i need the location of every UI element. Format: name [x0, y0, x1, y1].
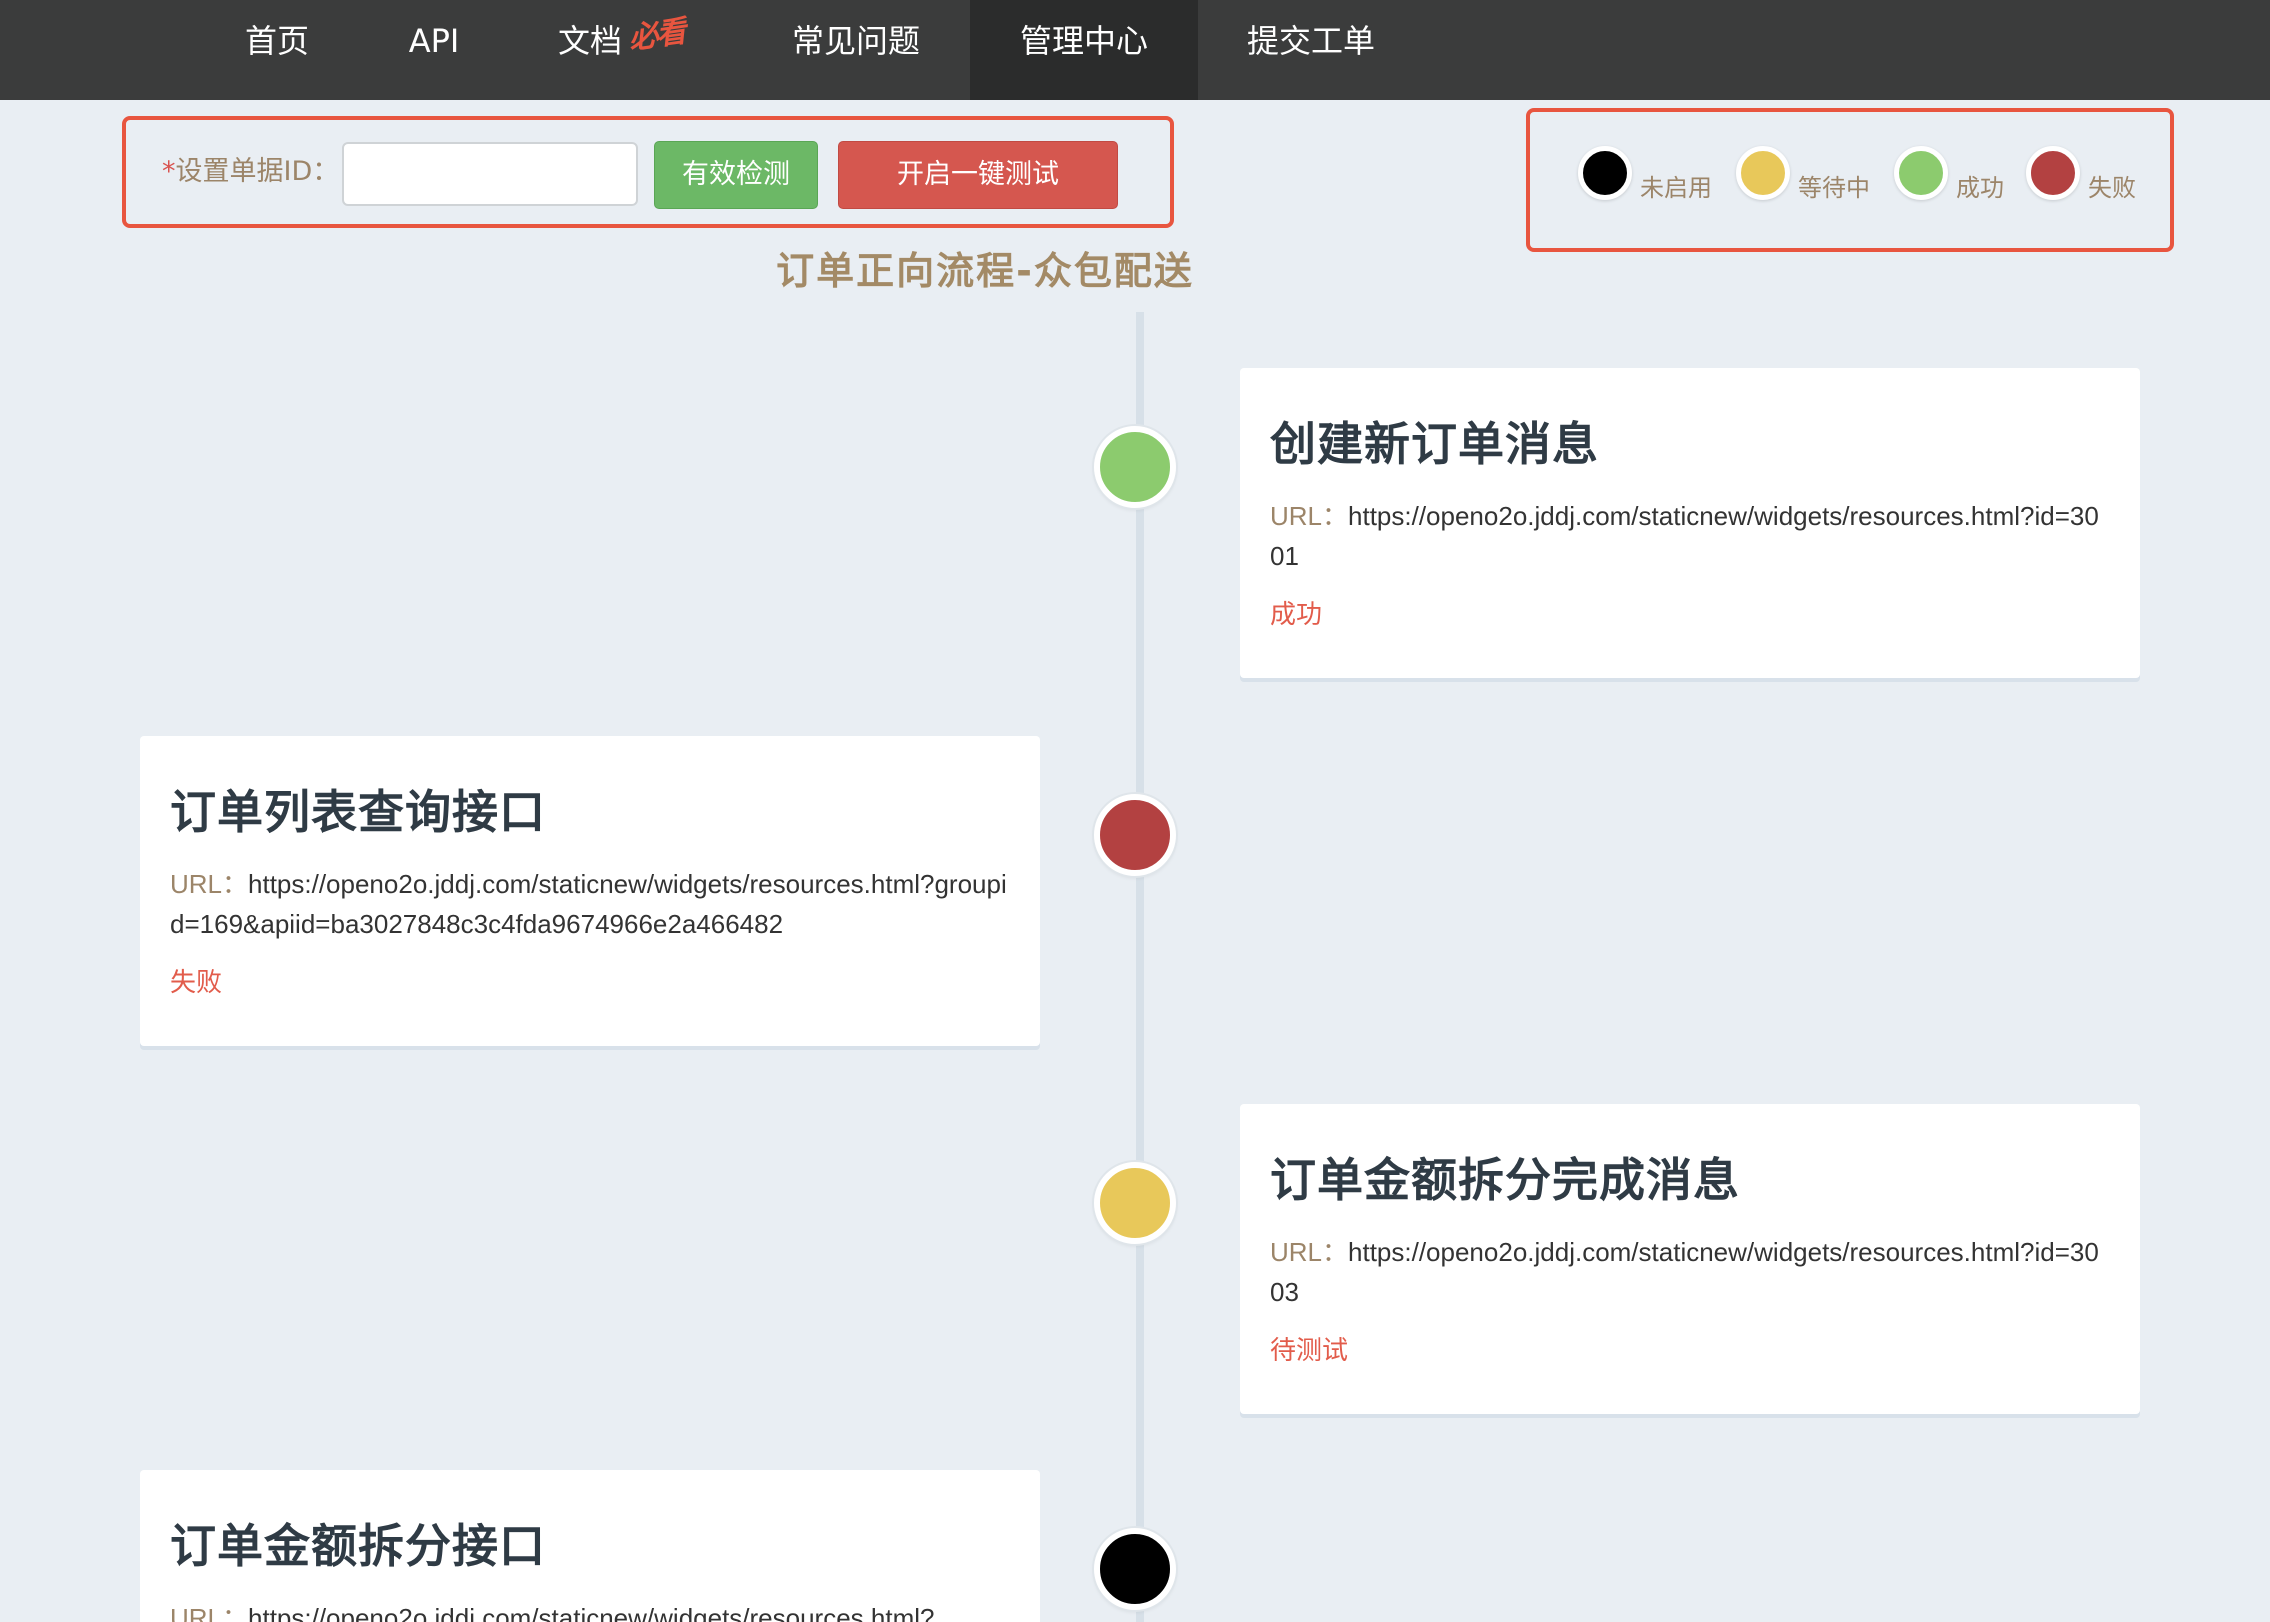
legend-label: 未启用 [1640, 174, 1712, 202]
legend-label: 等待中 [1798, 174, 1870, 202]
step-card: 订单列表查询接口 URL：https://openo2o.jddj.com/st… [140, 736, 1040, 1046]
step-url-link[interactable]: https://openo2o.jddj.com/staticnew/widge… [248, 1603, 934, 1622]
validity-check-button[interactable]: 有效检测 [654, 141, 818, 209]
nav-item-submit-ticket[interactable]: 提交工单 [1230, 0, 1392, 100]
step-title: 创建新订单消息 [1270, 417, 1599, 471]
step-url: URL：https://openo2o.jddj.com/staticnew/w… [170, 1598, 1010, 1622]
order-id-control-panel: *设置单据ID： 有效检测 开启一键测试 [122, 116, 1174, 228]
step-url-link[interactable]: https://openo2o.jddj.com/staticnew/widge… [1270, 1237, 2099, 1307]
order-id-input[interactable] [342, 142, 638, 206]
step-title: 订单金额拆分接口 [170, 1519, 546, 1573]
step-url: URL：https://openo2o.jddj.com/staticnew/w… [1270, 496, 2110, 576]
nav-item-docs[interactable]: 文档 [542, 0, 638, 100]
order-id-label-text: 设置单据ID： [175, 156, 340, 187]
required-mark: * [162, 156, 176, 187]
legend-label: 成功 [1956, 174, 2004, 202]
step-status: 成功 [1270, 600, 1323, 630]
flow-title-text: 订单正向流程-众包配送 [776, 249, 1194, 293]
success-status-dot-icon [1894, 146, 1948, 200]
status-legend: 未启用 等待中 成功 失败 [1526, 108, 2174, 252]
nav-item-api[interactable]: API [384, 0, 484, 100]
waiting-status-dot-icon [1736, 146, 1790, 200]
step-title: 订单金额拆分完成消息 [1270, 1153, 1740, 1207]
timeline-line [1136, 312, 1144, 1622]
nav-item-home[interactable]: 首页 [226, 0, 328, 100]
nav-item-faq[interactable]: 常见问题 [776, 0, 936, 100]
url-label: URL： [1270, 501, 1349, 531]
step-status: 失败 [170, 968, 223, 998]
failed-status-dot-icon [2026, 146, 2080, 200]
url-label: URL： [170, 869, 249, 899]
url-label: URL： [170, 1603, 249, 1622]
nav-item-admin-center[interactable]: 管理中心 [970, 0, 1198, 100]
step-card: 创建新订单消息 URL：https://openo2o.jddj.com/sta… [1240, 368, 2140, 678]
top-nav: 首页 API 文档 必看 常见问题 管理中心 提交工单 [0, 0, 2270, 100]
step-title: 订单列表查询接口 [170, 785, 546, 839]
step-url-link[interactable]: https://openo2o.jddj.com/staticnew/widge… [170, 869, 1007, 939]
flow-title: 订单正向流程-众包配送 [0, 240, 2270, 295]
one-click-test-button[interactable]: 开启一键测试 [838, 141, 1118, 209]
timeline-node-success-icon [1094, 426, 1176, 508]
timeline-node-disabled-icon [1094, 1528, 1176, 1610]
step-url-link[interactable]: https://openo2o.jddj.com/staticnew/widge… [1270, 501, 2099, 571]
timeline-node-waiting-icon [1094, 1162, 1176, 1244]
disabled-status-dot-icon [1578, 146, 1632, 200]
step-url: URL：https://openo2o.jddj.com/staticnew/w… [170, 864, 1010, 944]
url-label: URL： [1270, 1237, 1349, 1267]
docs-must-read-badge: 必看 [626, 14, 687, 57]
order-id-label: *设置单据ID： [162, 120, 339, 224]
step-url: URL：https://openo2o.jddj.com/staticnew/w… [1270, 1232, 2110, 1312]
step-card: 订单金额拆分接口 URL：https://openo2o.jddj.com/st… [140, 1470, 1040, 1622]
step-card: 订单金额拆分完成消息 URL：https://openo2o.jddj.com/… [1240, 1104, 2140, 1414]
step-status: 待测试 [1270, 1336, 1349, 1366]
legend-label: 失败 [2088, 174, 2136, 202]
timeline-node-failed-icon [1094, 794, 1176, 876]
